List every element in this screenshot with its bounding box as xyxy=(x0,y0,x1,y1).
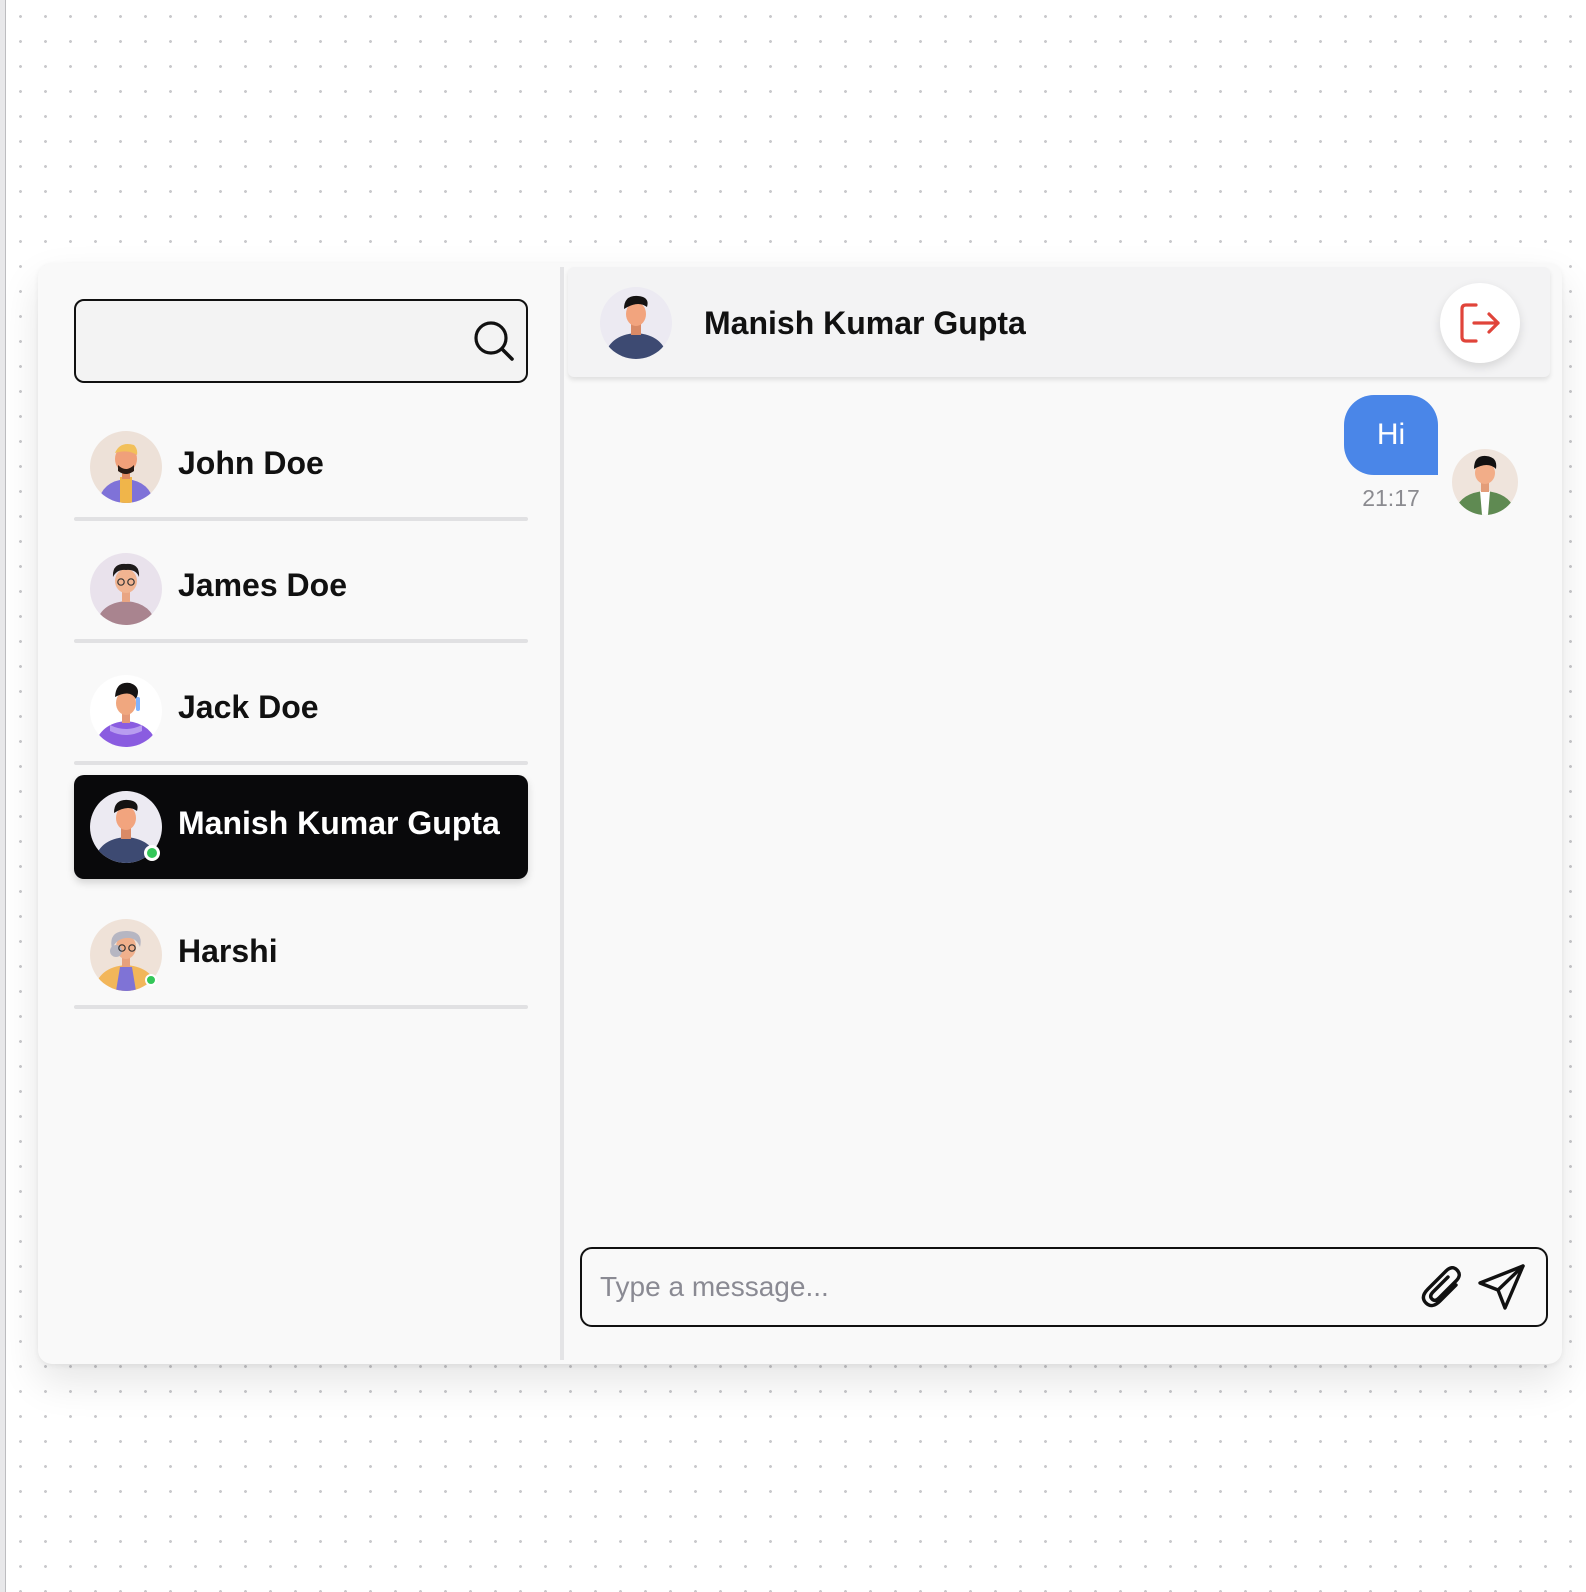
chat-header-avatar xyxy=(600,287,672,359)
chat-panel: Manish Kumar Gupta Hi 21:17 xyxy=(564,263,1562,1364)
contact-name: Jack Doe xyxy=(178,689,319,725)
avatar xyxy=(90,553,162,625)
search-input[interactable] xyxy=(76,301,456,381)
avatar xyxy=(90,675,162,747)
divider xyxy=(74,1005,528,1009)
logout-icon xyxy=(1460,303,1500,343)
contact-name: John Doe xyxy=(178,445,324,481)
online-indicator xyxy=(144,845,160,861)
contact-item-harshi[interactable]: Harshi xyxy=(74,903,528,1009)
search-box xyxy=(74,299,528,383)
online-indicator xyxy=(145,974,157,986)
chat-header: Manish Kumar Gupta xyxy=(568,267,1550,377)
divider xyxy=(74,639,528,643)
logout-button[interactable] xyxy=(1440,283,1520,363)
window-edge xyxy=(0,0,6,1592)
message-timestamp: 21:17 xyxy=(1362,485,1420,511)
avatar-jack-icon xyxy=(90,675,162,747)
contact-item-james-doe[interactable]: James Doe xyxy=(74,537,528,643)
avatar-me-icon xyxy=(1452,449,1518,515)
chat-title: Manish Kumar Gupta xyxy=(704,305,1026,341)
message-composer xyxy=(580,1247,1548,1327)
contact-name: Harshi xyxy=(178,933,278,969)
avatar xyxy=(90,431,162,503)
contact-item-jack-doe[interactable]: Jack Doe xyxy=(74,659,528,765)
send-icon[interactable] xyxy=(1476,1261,1528,1313)
sender-avatar xyxy=(1452,449,1518,515)
divider xyxy=(74,517,528,521)
contact-item-john-doe[interactable]: John Doe xyxy=(74,415,528,521)
avatar-manish-icon xyxy=(600,287,672,359)
contacts-sidebar: John Doe James Doe Jack Doe Manish Kumar… xyxy=(38,263,560,1364)
chat-app: John Doe James Doe Jack Doe Manish Kumar… xyxy=(38,263,1562,1364)
message-bubble: Hi xyxy=(1344,395,1438,475)
avatar-john-icon xyxy=(90,431,162,503)
message-input[interactable] xyxy=(582,1249,1382,1324)
paperclip-icon[interactable] xyxy=(1418,1263,1466,1311)
search-icon[interactable] xyxy=(472,319,516,363)
contact-name: Manish Kumar Gupta xyxy=(178,805,500,841)
contact-item-manish-kumar-gupta[interactable]: Manish Kumar Gupta xyxy=(74,775,528,879)
avatar-james-icon xyxy=(90,553,162,625)
contact-name: James Doe xyxy=(178,567,347,603)
divider xyxy=(74,761,528,765)
